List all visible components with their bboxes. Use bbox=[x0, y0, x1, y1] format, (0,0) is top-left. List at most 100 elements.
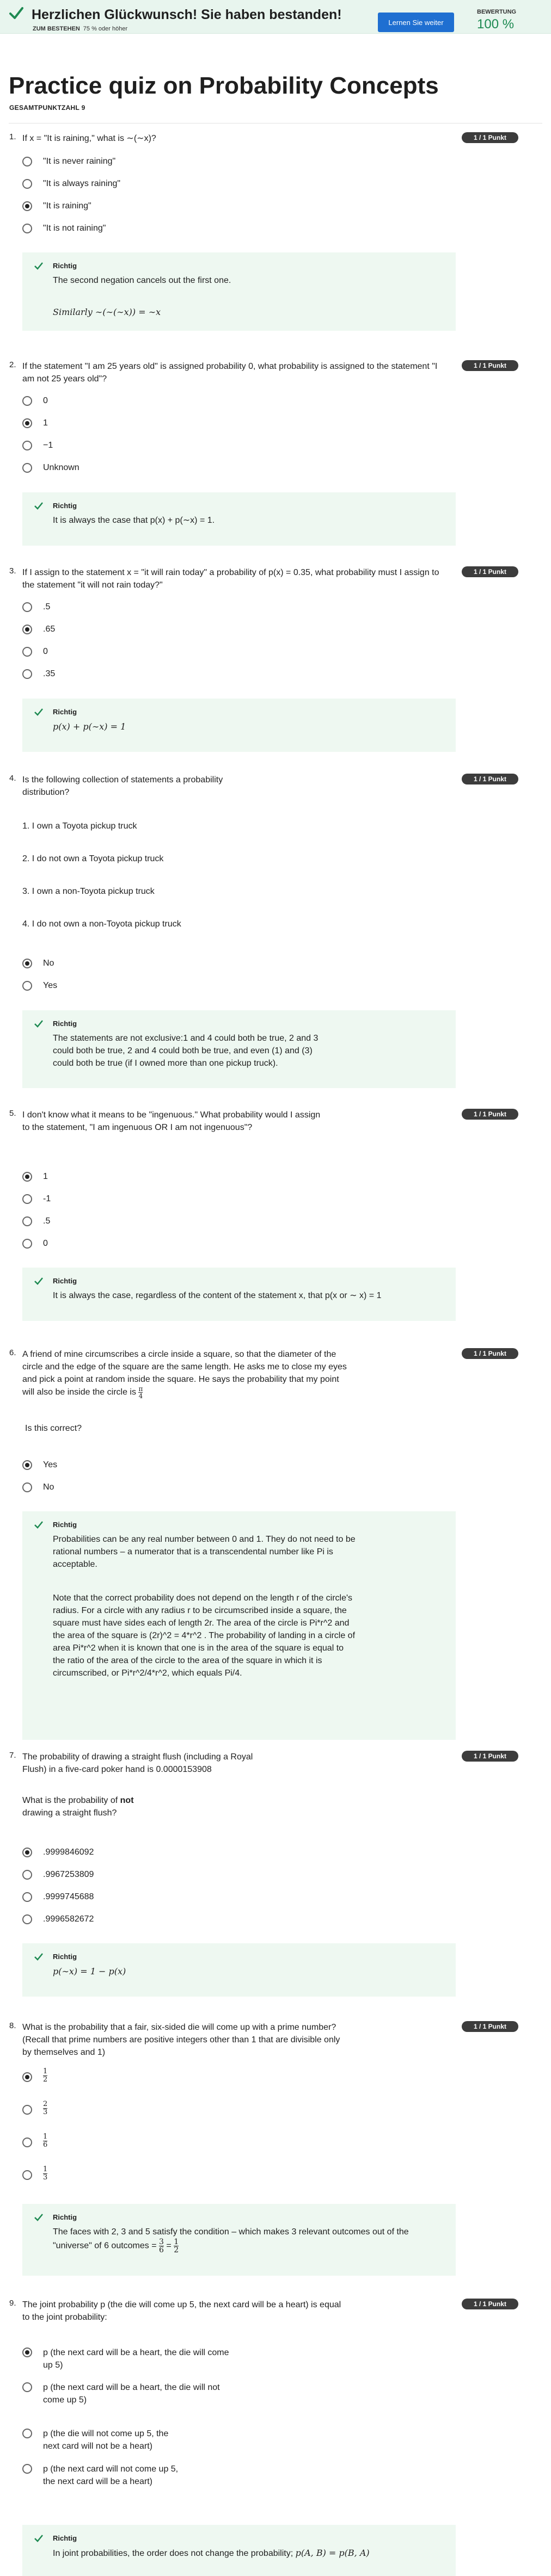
answer-option[interactable]: 12 bbox=[22, 2067, 48, 2086]
answer-option[interactable]: "It is not raining" bbox=[22, 223, 106, 234]
radio-button[interactable] bbox=[22, 224, 32, 233]
radio-button-selected[interactable] bbox=[22, 418, 32, 428]
radio-button[interactable] bbox=[22, 602, 32, 612]
feedback-correct: Richtig The statements are not exclusive… bbox=[22, 1010, 456, 1088]
answer-option[interactable]: 1 bbox=[22, 417, 48, 429]
check-icon bbox=[34, 2214, 43, 2221]
radio-button[interactable] bbox=[22, 1870, 32, 1880]
radio-button[interactable] bbox=[22, 1914, 32, 1924]
answer-option[interactable]: .9967253809 bbox=[22, 1869, 94, 1881]
answer-option[interactable]: 0 bbox=[22, 646, 48, 658]
radio-button-selected[interactable] bbox=[22, 959, 32, 968]
answer-option[interactable]: 0 bbox=[22, 1238, 48, 1250]
question-number: 7. bbox=[9, 1751, 16, 1760]
points-badge: 1 / 1 Punkt bbox=[462, 1751, 518, 1762]
radio-button[interactable] bbox=[22, 396, 32, 406]
answer-option[interactable]: 1 bbox=[22, 1171, 48, 1183]
radio-button[interactable] bbox=[22, 441, 32, 450]
answer-option[interactable]: .65 bbox=[22, 623, 55, 635]
fraction: 12 bbox=[43, 2067, 48, 2084]
answer-option[interactable]: 23 bbox=[22, 2101, 48, 2119]
feedback-correct: Richtig p(x) + p(∼x) = 1 bbox=[22, 699, 456, 752]
radio-button[interactable] bbox=[22, 2138, 32, 2147]
points-badge: 1 / 1 Punkt bbox=[462, 566, 518, 577]
answer-option[interactable]: Yes bbox=[22, 980, 57, 992]
total-points: GESAMTPUNKTZAHL 9 bbox=[9, 104, 85, 112]
radio-button-selected[interactable] bbox=[22, 1460, 32, 1470]
answer-option[interactable]: .9999846092 bbox=[22, 1846, 94, 1858]
answer-option[interactable]: "It is never raining" bbox=[22, 156, 115, 168]
radio-button[interactable] bbox=[22, 981, 32, 991]
answer-option[interactable]: No bbox=[22, 957, 54, 969]
statement: 1. I own a Toyota pickup truck bbox=[22, 821, 137, 831]
question-text: A friend of mine circumscribes a circle … bbox=[22, 1350, 347, 1400]
radio-button-selected[interactable] bbox=[22, 2348, 32, 2357]
check-icon bbox=[34, 1953, 43, 1961]
continue-learning-button[interactable]: Lernen Sie weiter bbox=[378, 13, 454, 32]
radio-button[interactable] bbox=[22, 157, 32, 166]
answer-option[interactable]: .9999745688 bbox=[22, 1891, 94, 1903]
answer-option[interactable]: "It is always raining" bbox=[22, 178, 120, 190]
radio-button-selected[interactable] bbox=[22, 625, 32, 634]
answer-option[interactable]: Unknown bbox=[22, 462, 79, 474]
answer-option[interactable]: -1 bbox=[22, 1193, 51, 1205]
radio-button-selected[interactable] bbox=[22, 1172, 32, 1182]
radio-button[interactable] bbox=[22, 2170, 32, 2180]
answer-option[interactable]: 13 bbox=[22, 2166, 48, 2184]
feedback-formula: p(∼x) = 1 − p(x) bbox=[53, 1966, 126, 1976]
answer-option[interactable]: .35 bbox=[22, 668, 55, 680]
answer-option[interactable]: p (the die will not come up 5, the next … bbox=[22, 2427, 186, 2454]
radio-button[interactable] bbox=[22, 1239, 32, 1249]
page-title: Practice quiz on Probability Concepts bbox=[9, 72, 439, 99]
feedback-correct: Richtig Probabilities can be any real nu… bbox=[22, 1511, 456, 1740]
answer-option[interactable]: p (the next card will not come up 5, the… bbox=[22, 2463, 186, 2501]
points-badge: 1 / 1 Punkt bbox=[462, 1109, 518, 1120]
radio-button[interactable] bbox=[22, 647, 32, 657]
banner-title: Herzlichen Glückwunsch! Sie haben bestan… bbox=[32, 7, 342, 22]
answer-option[interactable]: p (the next card will be a heart, the di… bbox=[22, 2381, 229, 2419]
answer-option[interactable]: "It is raining" bbox=[22, 200, 91, 212]
radio-button[interactable] bbox=[22, 179, 32, 189]
answer-option[interactable]: No bbox=[22, 1481, 54, 1493]
statement: 2. I do not own a Toyota pickup truck bbox=[22, 854, 164, 863]
radio-button[interactable] bbox=[22, 1194, 32, 1204]
points-badge: 1 / 1 Punkt bbox=[462, 2299, 518, 2309]
answer-option[interactable]: 0 bbox=[22, 395, 48, 407]
feedback-text: The faces with 2, 3 and 5 satisfy the co… bbox=[53, 2227, 409, 2254]
feedback-label: Richtig bbox=[53, 1521, 77, 1529]
radio-button[interactable] bbox=[22, 1216, 32, 1226]
question-number: 4. bbox=[9, 774, 16, 783]
answer-option[interactable]: 16 bbox=[22, 2133, 48, 2152]
check-icon bbox=[34, 708, 43, 716]
feedback-correct: Richtig In joint probabilities, the orde… bbox=[22, 2525, 456, 2576]
radio-button[interactable] bbox=[22, 2105, 32, 2115]
radio-button-selected[interactable] bbox=[22, 1848, 32, 1857]
radio-button[interactable] bbox=[22, 1482, 32, 1492]
radio-button[interactable] bbox=[22, 2429, 32, 2438]
statement: 4. I do not own a non-Toyota pickup truc… bbox=[22, 919, 181, 929]
radio-button[interactable] bbox=[22, 2382, 32, 2392]
feedback-correct: Richtig It is always the case that p(x) … bbox=[22, 492, 456, 546]
question-text: What is the probability that a fair, six… bbox=[22, 2023, 340, 2057]
feedback-label: Richtig bbox=[53, 1020, 77, 1028]
radio-button-selected[interactable] bbox=[22, 2072, 32, 2082]
question-number: 1. bbox=[9, 132, 16, 141]
answer-option[interactable]: −1 bbox=[22, 440, 53, 452]
points-badge: 1 / 1 Punkt bbox=[462, 1348, 518, 1359]
fraction: π4 bbox=[138, 1385, 143, 1400]
answer-option[interactable]: p (the next card will be a heart, the di… bbox=[22, 2346, 240, 2373]
radio-button[interactable] bbox=[22, 463, 32, 473]
answer-option[interactable]: .9996582672 bbox=[22, 1913, 94, 1925]
feedback-correct: Richtig It is always the case, regardles… bbox=[22, 1268, 456, 1321]
answer-option[interactable]: .5 bbox=[22, 1215, 50, 1227]
radio-button[interactable] bbox=[22, 2464, 32, 2474]
question-text: I don't know what it means to be "ingenu… bbox=[22, 1110, 321, 1132]
radio-button[interactable] bbox=[22, 1892, 32, 1902]
points-badge: 1 / 1 Punkt bbox=[462, 774, 518, 784]
question-text: Is the following collection of statement… bbox=[22, 775, 223, 797]
radio-button-selected[interactable] bbox=[22, 201, 32, 211]
check-icon bbox=[34, 262, 43, 270]
radio-button[interactable] bbox=[22, 669, 32, 679]
answer-option[interactable]: .5 bbox=[22, 601, 50, 613]
answer-option[interactable]: Yes bbox=[22, 1459, 57, 1471]
